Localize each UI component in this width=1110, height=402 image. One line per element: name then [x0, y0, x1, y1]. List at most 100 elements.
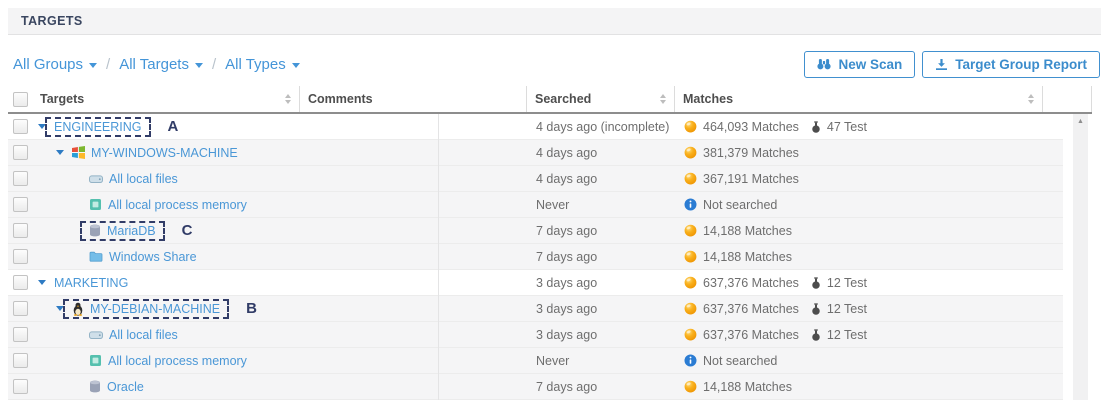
column-header-targets[interactable]: Targets: [32, 86, 300, 112]
row-checkbox[interactable]: [13, 171, 28, 186]
annotation-label: A: [168, 118, 179, 135]
windows-logo-icon: [72, 146, 85, 159]
target-link[interactable]: Oracle: [107, 380, 144, 394]
row-checkbox[interactable]: [13, 223, 28, 238]
searched-cell: 4 days ago: [527, 146, 675, 160]
memory-chip-icon: [89, 354, 102, 367]
test-count: 12 Test: [827, 328, 867, 342]
memory-chip-icon: [89, 198, 102, 211]
table-row[interactable]: MY-DEBIAN-MACHINE B 3 days ago 637,376 M…: [8, 296, 1063, 322]
row-checkbox-cell: [8, 249, 32, 264]
filter-all-targets[interactable]: All Targets: [119, 56, 203, 73]
new-scan-button[interactable]: New Scan: [804, 51, 915, 78]
sort-icon[interactable]: [1028, 94, 1034, 104]
table-row[interactable]: Oracle 7 days ago 14,188 Matches: [8, 374, 1063, 400]
row-checkbox[interactable]: [13, 197, 28, 212]
table-row[interactable]: Windows Share 7 days ago 14,188 Matches: [8, 244, 1063, 270]
row-checkbox[interactable]: [13, 119, 28, 134]
expand-caret-icon[interactable]: [38, 280, 46, 285]
target-link[interactable]: MY-WINDOWS-MACHINE: [91, 146, 238, 160]
matches-cell: 14,188 Matches: [675, 380, 1043, 394]
sort-icon[interactable]: [285, 94, 291, 104]
target-link[interactable]: MY-DEBIAN-MACHINE: [90, 302, 220, 316]
table-row[interactable]: MariaDB C 7 days ago 14,188 Matches: [8, 218, 1063, 244]
chevron-down-icon: [89, 63, 97, 68]
matches-cell: 381,379 Matches: [675, 146, 1043, 160]
match-count: 637,376 Matches: [703, 276, 799, 290]
target-cell: MY-DEBIAN-MACHINE B: [32, 299, 300, 319]
target-link[interactable]: MariaDB: [107, 224, 156, 238]
table-row[interactable]: MY-WINDOWS-MACHINE 4 days ago 381,379 Ma…: [8, 140, 1063, 166]
target-group-report-button[interactable]: Target Group Report: [922, 51, 1100, 78]
database-icon: [89, 380, 101, 393]
searched-cell: Never: [527, 354, 675, 368]
table-row[interactable]: All local files 3 days ago 637,376 Match…: [8, 322, 1063, 348]
breadcrumb-separator: /: [106, 56, 110, 73]
row-checkbox[interactable]: [13, 145, 28, 160]
comments-column-label: Comments: [308, 92, 373, 106]
match-icon: [684, 224, 697, 237]
action-buttons: New Scan Target Group Report: [804, 51, 1101, 78]
expand-caret-icon[interactable]: [56, 150, 64, 155]
row-checkbox[interactable]: [13, 327, 28, 342]
match-icon: [684, 250, 697, 263]
table-row[interactable]: MARKETING 3 days ago 637,376 Matches12 T…: [8, 270, 1063, 296]
table-row[interactable]: ENGINEERING A 4 days ago (incomplete) 46…: [8, 114, 1063, 140]
target-name-group: All local process memory: [89, 354, 247, 368]
matches-cell: Not searched: [675, 198, 1043, 212]
match-count: 14,188 Matches: [703, 380, 792, 394]
sort-icon[interactable]: [660, 94, 666, 104]
target-cell: Oracle: [32, 380, 300, 394]
vertical-scrollbar[interactable]: ▲: [1073, 114, 1088, 400]
target-link[interactable]: All local process memory: [108, 198, 247, 212]
filter-all-types[interactable]: All Types: [225, 56, 300, 73]
matches-column-label: Matches: [683, 92, 733, 106]
filter-all-groups[interactable]: All Groups: [13, 56, 97, 73]
target-link[interactable]: ENGINEERING: [54, 120, 142, 134]
target-name-group: All local process memory: [89, 198, 247, 212]
target-link[interactable]: Windows Share: [109, 250, 197, 264]
match-count: 381,379 Matches: [703, 146, 799, 160]
hard-drive-icon: [89, 172, 103, 186]
select-all-cell: [8, 86, 32, 112]
row-checkbox[interactable]: [13, 379, 28, 394]
column-header-searched[interactable]: Searched: [527, 86, 675, 112]
test-count: 47 Test: [827, 120, 867, 134]
new-scan-label: New Scan: [838, 57, 902, 72]
match-count: 637,376 Matches: [703, 328, 799, 342]
test-count: 12 Test: [827, 302, 867, 316]
target-link[interactable]: MARKETING: [54, 276, 128, 290]
match-icon: [684, 120, 697, 133]
row-checkbox[interactable]: [13, 353, 28, 368]
test-flask-icon: [811, 329, 821, 341]
target-link[interactable]: All local files: [109, 328, 178, 342]
target-name-group: All local files: [89, 328, 178, 342]
column-divider: [438, 114, 439, 400]
match-icon: [684, 172, 697, 185]
hard-drive-icon: [89, 328, 103, 342]
match-icon: [684, 380, 697, 393]
scroll-up-arrow[interactable]: ▲: [1077, 118, 1084, 125]
column-header-matches[interactable]: Matches: [675, 86, 1043, 112]
matches-cell: Not searched: [675, 354, 1043, 368]
matches-cell: 464,093 Matches47 Test: [675, 120, 1043, 134]
row-checkbox-cell: [8, 171, 32, 186]
target-cell: All local process memory: [32, 198, 300, 212]
target-name-group: Windows Share: [89, 250, 197, 264]
target-cell: Windows Share: [32, 250, 300, 264]
target-link[interactable]: All local files: [109, 172, 178, 186]
row-checkbox[interactable]: [13, 301, 28, 316]
searched-cell: 4 days ago: [527, 172, 675, 186]
table-row[interactable]: All local files 4 days ago 367,191 Match…: [8, 166, 1063, 192]
column-header-comments[interactable]: Comments: [300, 86, 527, 112]
searched-cell: 3 days ago: [527, 328, 675, 342]
row-checkbox[interactable]: [13, 249, 28, 264]
select-all-checkbox[interactable]: [13, 92, 28, 107]
row-checkbox-cell: [8, 301, 32, 316]
table-row[interactable]: All local process memory Never Not searc…: [8, 192, 1063, 218]
matches-cell: 14,188 Matches: [675, 224, 1043, 238]
table-row[interactable]: All local process memory Never Not searc…: [8, 348, 1063, 374]
row-checkbox-cell: [8, 119, 32, 134]
row-checkbox[interactable]: [13, 275, 28, 290]
target-link[interactable]: All local process memory: [108, 354, 247, 368]
